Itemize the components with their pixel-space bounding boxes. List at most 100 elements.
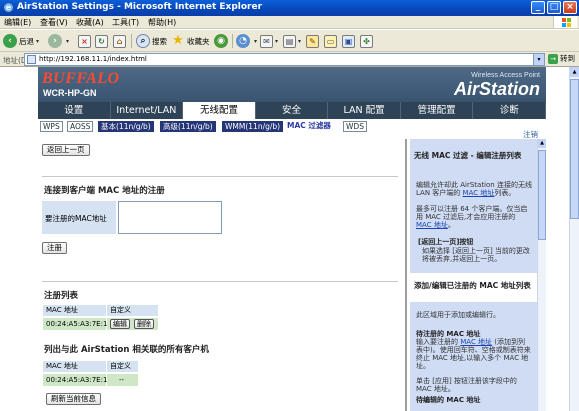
go-button[interactable]: → 转到: [548, 53, 575, 64]
table-row-mac: 00:24:A5:A3:7E:1D: [43, 318, 113, 330]
subnav-wds[interactable]: WDS: [343, 121, 367, 132]
edit-button[interactable]: ✎: [306, 33, 319, 49]
favorites-label: 收藏夹: [187, 36, 210, 46]
edit-mac-button[interactable]: 编辑: [110, 319, 130, 329]
mac-address-link[interactable]: MAC 地址: [463, 189, 495, 197]
refresh-icon: ↻: [95, 34, 108, 48]
main-nav: 设置 Internet/LAN 无线配置 安全 LAN 配置 管理配置 诊断: [38, 102, 547, 119]
tab-wireless[interactable]: 无线配置: [183, 102, 256, 119]
mac-address-link[interactable]: MAC 地址: [416, 221, 448, 229]
table-header-mac: MAC 地址: [43, 305, 106, 316]
back-label: 后退: [19, 36, 34, 46]
address-bar: 地址(D) http://192.168.11.1/index.html ▾ →…: [0, 52, 579, 67]
delete-mac-button[interactable]: 删除: [134, 319, 154, 329]
forward-button[interactable]: › ▾: [48, 33, 69, 49]
tab-security[interactable]: 安全: [256, 102, 329, 119]
subnav-advanced[interactable]: 高级(11n/g/b): [160, 121, 216, 132]
address-dropdown-icon[interactable]: ▾: [533, 54, 544, 65]
help-panel: 无线 MAC 过滤 - 编辑注册列表 编辑允许却此 AirStation 连接的…: [410, 139, 537, 411]
address-input[interactable]: http://192.168.11.1/index.html ▾: [24, 53, 545, 66]
menu-help[interactable]: 帮助(H): [148, 17, 176, 28]
minimize-button[interactable]: _: [531, 1, 545, 14]
subnav-mac-filter[interactable]: MAC 过滤器: [285, 121, 333, 132]
window-titlebar: e AirStation Settings - Microsoft Intern…: [0, 0, 579, 16]
tab-admin[interactable]: 管理配置: [401, 102, 474, 119]
history-button[interactable]: ◔ ▾: [236, 33, 257, 49]
tab-lan-config[interactable]: LAN 配置: [328, 102, 401, 119]
stop-icon: ×: [78, 34, 91, 48]
scroll-up-icon[interactable]: ▲: [570, 67, 579, 77]
print-button[interactable]: ▤ ▾: [283, 33, 301, 49]
subnav-basic[interactable]: 基本(11n/g/b): [98, 121, 154, 132]
search-button[interactable]: ⌕ 搜索: [136, 33, 167, 49]
table-header-custom: 自定义: [107, 305, 158, 316]
discuss-icon: ▭: [324, 34, 337, 48]
table-header-custom: 自定义: [107, 361, 138, 372]
favorites-button[interactable]: ★ 收藏夹: [171, 33, 210, 49]
registered-list-title: 注册列表: [44, 291, 79, 301]
close-button[interactable]: ×: [563, 1, 577, 14]
home-icon: ⌂: [113, 34, 126, 48]
section-divider: [42, 176, 398, 177]
mail-button[interactable]: ✉ ▾: [260, 33, 278, 49]
help-apply-text: 单击 [应用] 按钮注册该字段中的 MAC 地址。: [416, 377, 517, 393]
messenger-icon: ▣: [342, 34, 355, 48]
forward-arrow-icon: ›: [48, 34, 62, 48]
back-to-previous-button[interactable]: 返回上一页: [42, 144, 90, 156]
help-limit-text: 最多可以注册 64 个客户端。仅当启用 MAC 过滤后,才会应用注册的 MAC …: [416, 205, 528, 229]
page-icon: [27, 55, 36, 64]
mac-address-textarea[interactable]: [118, 201, 222, 234]
tab-internet-lan[interactable]: Internet/LAN: [111, 102, 184, 119]
register-section-title: 连接到客户端 MAC 地址的注册: [44, 186, 165, 196]
discuss-button[interactable]: ▭: [324, 33, 337, 49]
airstation-logo: AirStation: [453, 79, 540, 99]
register-button[interactable]: 注册: [42, 242, 67, 254]
messenger-button[interactable]: ▣: [342, 33, 355, 49]
mail-icon: ✉: [260, 34, 273, 48]
help-edit-subtitle: 待编辑的 MAC 地址: [416, 396, 481, 404]
help-scrollbar[interactable]: ▲: [537, 139, 546, 411]
panel-divider: [405, 139, 407, 411]
windows-flag-icon: [553, 16, 577, 28]
browser-toolbar: ‹ 后退 ▾ › ▾ × ↻ ⌂ ⌕ 搜索 ★ 收藏夹 ◉ ◔ ▾ ✉ ▾ ▤ ▾ ✎ ▭…: [0, 30, 579, 52]
scroll-thumb[interactable]: [538, 150, 546, 240]
refresh-info-button[interactable]: 刷新当前信息: [46, 393, 101, 405]
product-tagline: Wireless Access Point: [471, 72, 540, 79]
back-button[interactable]: ‹ 后退 ▾: [3, 33, 39, 49]
buffalo-logo: BUFFALO: [42, 70, 120, 87]
print-icon: ▤: [283, 34, 296, 48]
window-scrollbar[interactable]: ▲: [569, 67, 579, 411]
menu-tools[interactable]: 工具(T): [112, 17, 139, 28]
scroll-up-icon[interactable]: ▲: [538, 139, 546, 148]
help-title: 无线 MAC 过滤 - 编辑注册列表: [414, 151, 522, 160]
page-header: BUFFALO WCR-HP-GN Wireless Access Point …: [38, 67, 546, 102]
refresh-button[interactable]: ↻: [95, 33, 108, 49]
tab-setup[interactable]: 设置: [38, 102, 111, 119]
subnav-wps[interactable]: WPS: [40, 121, 63, 132]
subnav-wmm[interactable]: WMM(11n/g/b): [222, 121, 284, 132]
media-icon: ◉: [214, 34, 228, 48]
star-icon: ★: [172, 33, 184, 48]
go-arrow-icon: →: [548, 53, 558, 64]
home-button[interactable]: ⌂: [113, 33, 126, 49]
help-add-title: 添加/编辑已注册的 MAC 地址列表: [414, 281, 531, 290]
stop-button[interactable]: ×: [78, 33, 91, 49]
menu-favorites[interactable]: 收藏(A): [76, 17, 104, 28]
tab-diagnostics[interactable]: 诊断: [473, 102, 547, 119]
menu-bar: 编辑(E) 查看(V) 收藏(A) 工具(T) 帮助(H): [0, 16, 579, 29]
history-icon: ◔: [236, 34, 250, 48]
model-name: WCR-HP-GN: [43, 88, 97, 98]
subnav-aoss[interactable]: AOSS: [67, 121, 94, 132]
associated-clients-title: 列出与此 AirStation 相关联的所有客户机: [44, 345, 209, 355]
help-back-subtitle: [返回上一页]按钮: [418, 238, 474, 246]
research-button[interactable]: ✤: [360, 33, 373, 49]
scroll-thumb[interactable]: [570, 79, 579, 219]
go-label: 转到: [560, 54, 575, 63]
media-button[interactable]: ◉: [214, 33, 230, 49]
menu-view[interactable]: 查看(V): [40, 17, 68, 28]
mac-address-link[interactable]: MAC 地址: [460, 338, 492, 346]
maximize-button[interactable]: □: [547, 1, 561, 14]
search-icon: ⌕: [136, 34, 150, 48]
table-row-custom: --: [107, 374, 138, 386]
menu-edit[interactable]: 编辑(E): [4, 17, 31, 28]
